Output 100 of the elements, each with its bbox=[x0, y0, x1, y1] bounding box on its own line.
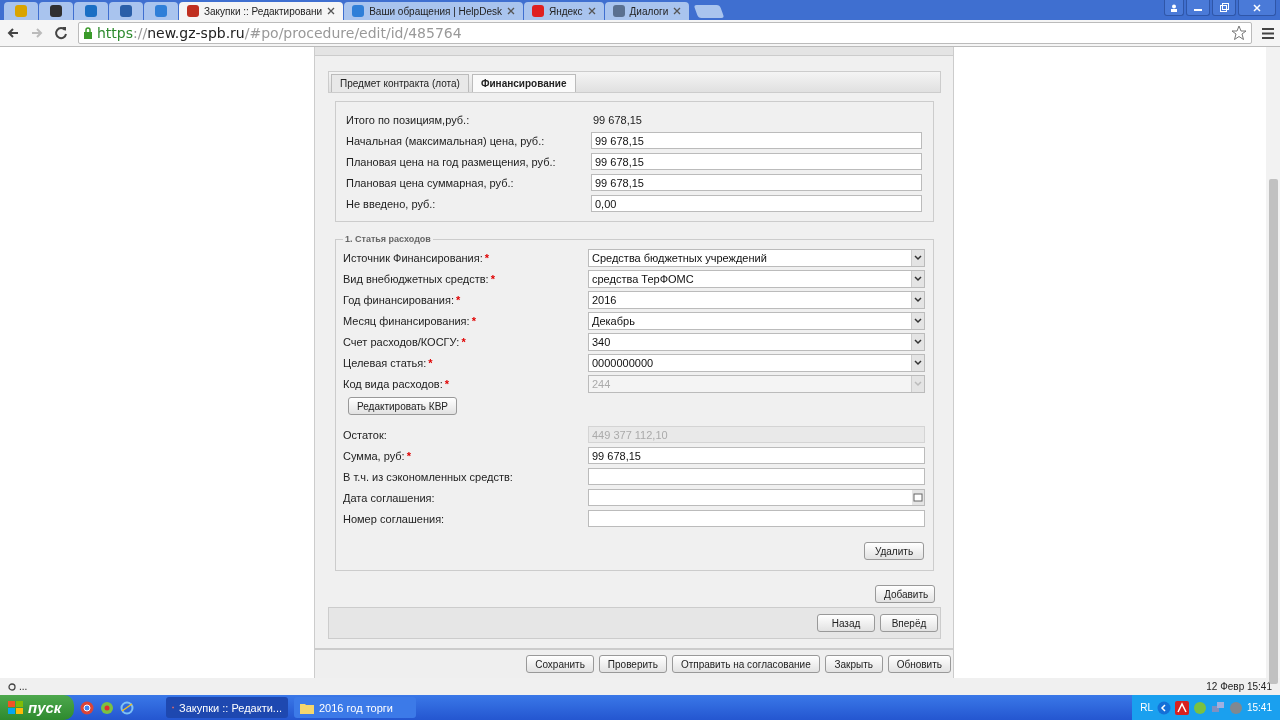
required-mark: * bbox=[428, 356, 433, 369]
caret-icon[interactable] bbox=[911, 354, 924, 371]
field-label: Начальная (максимальная) цена, руб.: bbox=[346, 134, 546, 147]
reload-icon[interactable] bbox=[54, 26, 68, 40]
url-text: https://new.gz-spb.ru/#po/procedure/edit/id/485764 bbox=[97, 25, 462, 41]
antivirus-icon[interactable] bbox=[1174, 700, 1189, 715]
tab-title: Яндекс bbox=[548, 5, 583, 17]
footer-button[interactable]: Отправить на согласование bbox=[671, 655, 820, 673]
form-tab[interactable]: Предмет контракта (лота) bbox=[331, 74, 469, 92]
browser-tab[interactable] bbox=[109, 2, 143, 20]
start-button[interactable]: пуск bbox=[0, 695, 74, 720]
calendar-icon[interactable] bbox=[912, 490, 924, 505]
restore-button[interactable] bbox=[1212, 0, 1236, 16]
date-field[interactable] bbox=[588, 489, 925, 506]
close-icon[interactable] bbox=[327, 7, 336, 15]
field-label: Источник Финансирования: * bbox=[343, 251, 491, 264]
close-icon[interactable] bbox=[587, 7, 596, 15]
scroll-thumb[interactable] bbox=[1269, 179, 1278, 684]
caret-icon[interactable] bbox=[911, 312, 924, 329]
nav-button[interactable]: Назад bbox=[817, 614, 875, 632]
browser-tab[interactable]: Закупки :: Редактировани bbox=[179, 2, 344, 20]
footer-button[interactable]: Обновить bbox=[887, 655, 951, 673]
required-mark: * bbox=[406, 449, 411, 462]
browser-tab[interactable]: Диалоги bbox=[604, 2, 690, 20]
minimize-button[interactable] bbox=[1186, 0, 1210, 16]
caret-icon[interactable] bbox=[911, 249, 924, 266]
clock: 15:41 bbox=[1246, 702, 1272, 713]
input-field[interactable]: 99 678,15 bbox=[591, 153, 922, 170]
loading-icon bbox=[8, 682, 16, 691]
field-label: Год финансирования: * bbox=[343, 293, 462, 306]
nav-button[interactable]: Вперёд bbox=[880, 614, 938, 632]
input-field[interactable]: 99 678,15 bbox=[591, 174, 922, 191]
field-label: Дата соглашения: bbox=[343, 491, 436, 504]
restore-icon bbox=[1219, 3, 1229, 12]
field-label: Плановая цена на год размещения, руб.: bbox=[346, 155, 557, 168]
close-icon bbox=[1253, 3, 1261, 12]
add-button[interactable]: Добавить bbox=[875, 585, 935, 603]
required-mark: * bbox=[456, 293, 461, 306]
lock-icon bbox=[83, 27, 93, 39]
field-label: Счет расходов/КОСГУ: * bbox=[343, 335, 467, 348]
field-label: Плановая цена суммарная, руб.: bbox=[346, 176, 515, 189]
field-label: Итого по позициям,руб.: bbox=[346, 113, 471, 126]
field-label: Сумма, руб: * bbox=[343, 449, 412, 462]
tab-title: Ваши обращения | HelpDesk bbox=[369, 5, 502, 17]
person-icon bbox=[1170, 3, 1178, 12]
close-button[interactable] bbox=[1238, 0, 1276, 16]
address-field[interactable]: https://new.gz-spb.ru/#po/procedure/edit/id/485764 bbox=[78, 22, 1252, 44]
footer-button[interactable]: Закрыть bbox=[824, 655, 883, 673]
form-tab[interactable]: Финансирование bbox=[471, 74, 576, 92]
input-field[interactable]: 0,00 bbox=[591, 195, 922, 212]
dropdown-field[interactable]: 340 bbox=[588, 332, 925, 351]
browser-tab[interactable]: Ваши обращения | HelpDesk bbox=[344, 2, 523, 20]
input-field[interactable]: 99 678,15 bbox=[588, 447, 925, 464]
field-label: Не введено, руб.: bbox=[346, 197, 437, 210]
close-icon[interactable] bbox=[673, 7, 682, 15]
taskbar-button[interactable]: 2016 год торги bbox=[294, 697, 416, 718]
edit-kvr-button[interactable]: Редактировать КВР bbox=[348, 397, 458, 415]
field-label: Остаток: bbox=[343, 428, 388, 441]
profile-button[interactable] bbox=[1164, 0, 1184, 16]
caret-icon[interactable] bbox=[911, 270, 924, 287]
status-text: ... bbox=[19, 681, 28, 692]
field-label: Целевая статья: * bbox=[343, 356, 434, 369]
chevron-icon[interactable] bbox=[1156, 700, 1171, 715]
fieldset-legend: 1. Статья расходов bbox=[343, 234, 433, 244]
required-mark: * bbox=[471, 314, 476, 327]
globe-icon[interactable] bbox=[120, 700, 134, 715]
caret-icon[interactable] bbox=[911, 291, 924, 308]
tab-title: Закупки :: Редактировани bbox=[204, 5, 323, 17]
required-mark: * bbox=[484, 251, 490, 264]
flower-icon[interactable] bbox=[100, 700, 114, 715]
dropdown-field[interactable]: 2016 bbox=[588, 290, 925, 309]
browser-tab[interactable] bbox=[39, 2, 73, 20]
field-label: Вид внебюджетных средств: * bbox=[343, 272, 496, 285]
dropdown-field[interactable]: 0000000000 bbox=[588, 353, 925, 372]
dropdown-field[interactable]: Средства бюджетных учреждений bbox=[588, 248, 925, 267]
input-field[interactable]: 99 678,15 bbox=[591, 132, 922, 149]
windows-logo bbox=[8, 700, 24, 715]
caret-icon[interactable] bbox=[911, 333, 924, 350]
footer-button[interactable]: Проверить bbox=[598, 655, 667, 673]
input-field[interactable] bbox=[588, 510, 925, 527]
field-label: Номер соглашения: bbox=[343, 512, 446, 525]
dropdown-field[interactable]: Декабрь bbox=[588, 311, 925, 330]
browser-tab[interactable]: Яндекс bbox=[523, 2, 604, 20]
back-icon[interactable] bbox=[6, 26, 20, 40]
new-tab-button[interactable] bbox=[693, 5, 725, 18]
field-label: Месяц финансирования: * bbox=[343, 314, 477, 327]
required-mark: * bbox=[461, 335, 466, 348]
folder-icon bbox=[300, 701, 314, 714]
dropdown-field[interactable]: средства ТерФОМС bbox=[588, 269, 925, 288]
field-label: Код вида расходов: * bbox=[343, 377, 451, 390]
menu-icon[interactable] bbox=[1262, 27, 1274, 39]
required-mark: * bbox=[490, 272, 495, 285]
taskbar-button[interactable]: Закупки :: Редакти... bbox=[166, 697, 288, 718]
close-icon[interactable] bbox=[506, 7, 515, 15]
star-icon[interactable] bbox=[1231, 25, 1247, 41]
status-datetime: 12 Февр 15:41 bbox=[1206, 681, 1272, 692]
delete-button[interactable]: Удалить bbox=[864, 542, 924, 560]
input-field[interactable] bbox=[588, 468, 925, 485]
footer-button[interactable]: Сохранить bbox=[526, 655, 594, 673]
total-value: 99 678,15 bbox=[592, 113, 643, 126]
